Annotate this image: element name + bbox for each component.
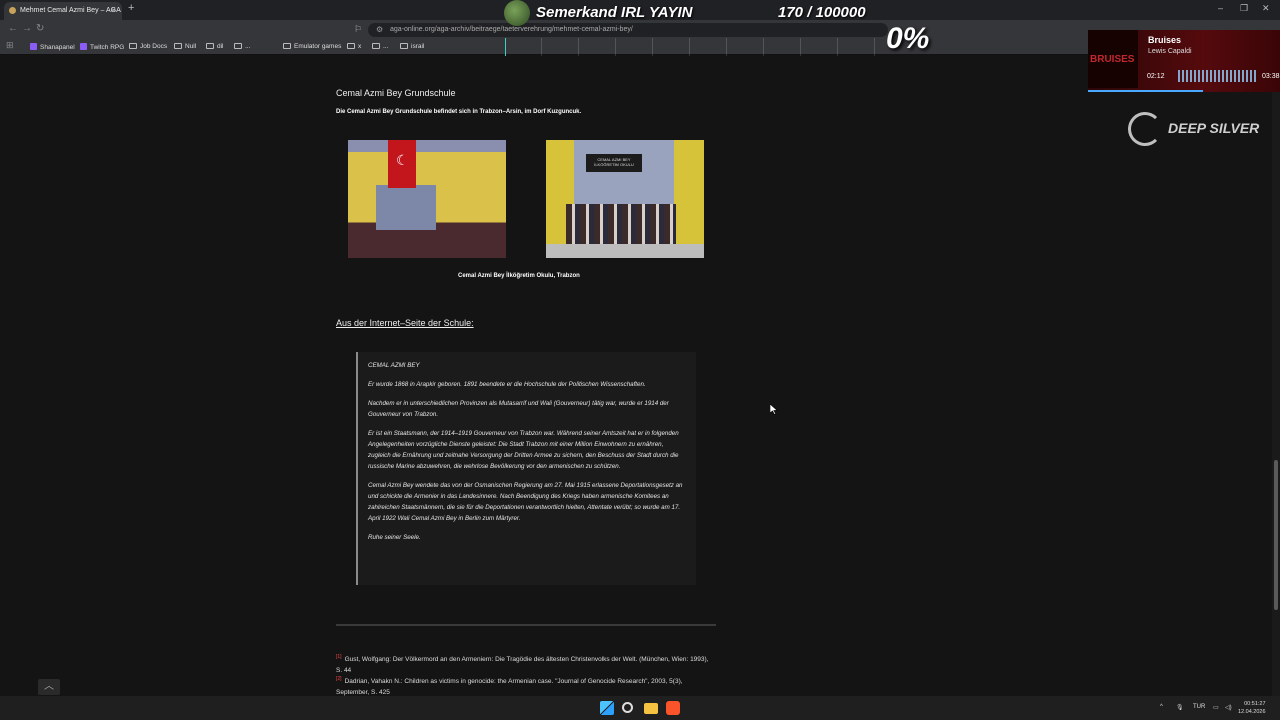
file-explorer-icon[interactable] bbox=[644, 703, 658, 714]
maximize-icon[interactable]: ❐ bbox=[1240, 3, 1248, 14]
goal-percent: 0% bbox=[886, 22, 930, 55]
album-art: BRUISES bbox=[1088, 30, 1138, 88]
taskbar: ^ 🎙 TUR ▭ ◁) 00:51:27 12.04.2026 bbox=[0, 696, 1280, 720]
volume-icon[interactable]: ◁) bbox=[1225, 704, 1232, 711]
network-icon[interactable]: ▭ bbox=[1213, 704, 1219, 711]
bookmark-x[interactable]: x bbox=[347, 43, 361, 50]
stream-logo bbox=[504, 0, 530, 26]
microphone-icon[interactable]: 🎙 bbox=[1176, 704, 1184, 711]
footnote-ref[interactable]: [2] bbox=[336, 676, 342, 682]
brave-browser-icon[interactable] bbox=[666, 701, 680, 715]
photo-people bbox=[566, 204, 676, 244]
tab-title: Mehmet Cemal Azmi Bey – AGA bbox=[20, 7, 121, 14]
sponsor-logo: DEEP SILVER bbox=[1128, 112, 1278, 146]
close-window-icon[interactable]: ✕ bbox=[1262, 3, 1270, 14]
folder-icon bbox=[372, 43, 380, 49]
bookmark-null[interactable]: Null bbox=[174, 43, 196, 50]
shanapanel-icon bbox=[30, 43, 37, 50]
reload-icon[interactable]: ↻ bbox=[36, 23, 44, 34]
school-photo-flag bbox=[348, 140, 506, 258]
new-tab-button[interactable]: + bbox=[128, 2, 134, 14]
sponsor-name: DEEP SILVER bbox=[1168, 120, 1260, 136]
footnote-text: Gust, Wolfgang: Der Völkermord an den Ar… bbox=[336, 656, 709, 675]
url-text: aga-online.org/aga-archiv/beitraege/taet… bbox=[390, 26, 633, 33]
search-icon[interactable] bbox=[622, 702, 633, 713]
folder-icon bbox=[129, 43, 137, 49]
footnote: [1] Gust, Wolfgang: Der Völkermord an den… bbox=[336, 652, 716, 677]
url-field[interactable]: ⚙ aga-online.org/aga-archiv/beitraege/ta… bbox=[368, 23, 888, 37]
bookmark-emulator-games[interactable]: Emulator games bbox=[283, 43, 341, 50]
clock-time: 00:51:27 bbox=[1244, 701, 1266, 707]
footnote: [2] Dadrian, Vahakn N.: Children as victi… bbox=[336, 674, 716, 699]
song-time-current: 02:12 bbox=[1147, 73, 1165, 80]
scrollbar-thumb[interactable] bbox=[1274, 460, 1278, 610]
folder-icon bbox=[347, 43, 355, 49]
photo-wall bbox=[376, 185, 436, 230]
song-artist: Lewis Capaldi bbox=[1148, 48, 1192, 55]
bookmark-israil[interactable]: israil bbox=[400, 43, 424, 50]
folder-icon bbox=[174, 43, 182, 49]
folder-icon bbox=[283, 43, 291, 49]
minimize-icon[interactable]: – bbox=[1218, 3, 1223, 13]
school-photo-entrance: CEMAL AZMI BEY İLKÖĞRETİM OKULU bbox=[546, 140, 704, 258]
goal-counter: 170 / 100000 bbox=[778, 4, 866, 21]
bookmark-job-docs[interactable]: Job Docs bbox=[129, 43, 167, 50]
folder-icon bbox=[206, 43, 214, 49]
apps-grid-icon[interactable]: ⊞ bbox=[6, 40, 14, 51]
school-heading: Cemal Azmi Bey Grundschule bbox=[336, 88, 456, 98]
clock-date: 12.04.2026 bbox=[1238, 709, 1266, 715]
photo-steps bbox=[546, 244, 704, 258]
folder-icon bbox=[400, 43, 408, 49]
bookmark-shanapanel[interactable]: Shanapanel bbox=[30, 43, 75, 51]
deep-silver-icon bbox=[1128, 112, 1162, 146]
footnote-ref[interactable]: [1] bbox=[336, 654, 342, 660]
waveform-icon bbox=[1178, 70, 1258, 82]
photo-wall-right bbox=[674, 140, 704, 258]
folder-icon bbox=[234, 43, 242, 49]
scroll-to-top-button[interactable]: ︿ bbox=[38, 679, 60, 695]
close-tab-icon[interactable]: × bbox=[111, 5, 116, 15]
bookmark-icon[interactable]: ⚐ bbox=[354, 24, 362, 35]
twitch-icon bbox=[80, 43, 87, 50]
quote-paragraph: Ruhe seiner Seele. bbox=[368, 534, 421, 541]
quote-paragraph: Cemal Azmi Bey wendete das von der Osman… bbox=[368, 482, 683, 522]
school-intro: Die Cemal Azmi Bey Grundschule befindet … bbox=[336, 109, 582, 115]
quote-paragraph: Nachdem er in unterschiedlichen Provinze… bbox=[368, 400, 669, 418]
tab-active[interactable]: Mehmet Cemal Azmi Bey – AGA × bbox=[4, 2, 122, 20]
turkish-flag-icon bbox=[388, 140, 416, 188]
chevron-up-icon: ︿ bbox=[44, 681, 54, 692]
start-icon[interactable] bbox=[600, 701, 614, 715]
site-favicon-icon bbox=[9, 7, 16, 14]
quote-paragraph: Er wurde 1868 in Arapkir geboren. 1891 b… bbox=[368, 381, 646, 388]
site-info-icon[interactable]: ⚙ bbox=[376, 25, 383, 34]
song-title: Bruises bbox=[1148, 35, 1182, 45]
goal-progress-track bbox=[505, 38, 875, 56]
goal-progress-marker bbox=[505, 38, 506, 56]
footnote-text: Dadrian, Vahakn N.: Children as victims … bbox=[336, 678, 683, 697]
school-sign: CEMAL AZMI BEY İLKÖĞRETİM OKULU bbox=[586, 154, 642, 172]
bookmark-twitch-rpg[interactable]: Twitch RPG bbox=[80, 43, 124, 51]
now-playing-widget: BRUISES Bruises Lewis Capaldi 02:12 03:3… bbox=[1088, 30, 1280, 92]
bookmark-folder-b[interactable]: ... bbox=[372, 43, 388, 50]
back-icon[interactable]: ← bbox=[8, 23, 18, 34]
forward-icon[interactable]: → bbox=[22, 23, 32, 34]
section-heading: Aus der Internet–Seite der Schule: bbox=[336, 318, 474, 328]
bookmark-folder-a[interactable]: ... bbox=[234, 43, 250, 50]
song-time-total: 03:38 bbox=[1262, 73, 1280, 80]
tray-chevron-icon[interactable]: ^ bbox=[1160, 704, 1163, 710]
song-progress-bar bbox=[1088, 90, 1204, 92]
photo-caption: Cemal Azmi Bey İlköğretim Okulu, Trabzon bbox=[458, 273, 580, 279]
footnote-divider bbox=[336, 624, 716, 626]
system-clock[interactable]: 00:51:27 12.04.2026 bbox=[1238, 700, 1266, 716]
bookmark-dil[interactable]: dil bbox=[206, 43, 224, 50]
quote-paragraph: CEMAL AZMI BEY bbox=[368, 362, 420, 369]
language-indicator[interactable]: TUR bbox=[1193, 704, 1205, 710]
blockquote: CEMAL AZMI BEY Er wurde 1868 in Arapkir … bbox=[356, 352, 696, 585]
quote-paragraph: Er ist ein Staatsmann, der 1914–1919 Gou… bbox=[368, 430, 679, 470]
stream-title: Semerkand IRL YAYIN bbox=[536, 4, 693, 21]
